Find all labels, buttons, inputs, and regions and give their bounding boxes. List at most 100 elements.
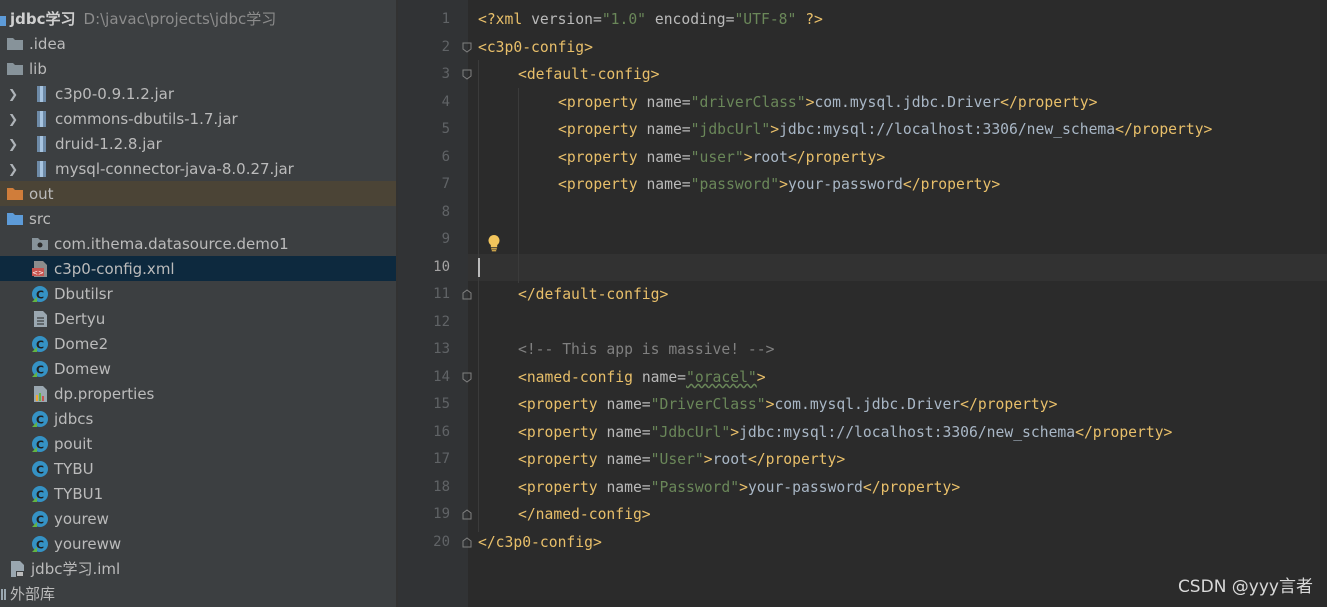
attr-value: "DriverClass" — [650, 396, 766, 413]
jar-icon — [32, 110, 50, 128]
tree-item-label: Dbutilsr — [54, 284, 113, 303]
tree-item-class[interactable]: C TYBU1 — [0, 481, 396, 506]
tree-item-label: pouit — [54, 434, 93, 453]
tree-item-label: jdbc学习.iml — [31, 560, 121, 578]
svg-text:C: C — [36, 488, 44, 501]
jar-icon — [32, 85, 50, 103]
fold-end-icon[interactable] — [462, 537, 472, 548]
tree-item-label: druid-1.2.8.jar — [55, 134, 162, 153]
xml-tag: <property — [558, 176, 638, 193]
line-number: 15 — [433, 396, 450, 412]
attr-value: "JdbcUrl" — [650, 424, 731, 441]
java-class-icon: C — [31, 360, 49, 378]
xml-file-icon: <> — [31, 260, 49, 278]
java-class-icon: C — [31, 410, 49, 428]
line-number: 17 — [433, 451, 450, 467]
excluded-folder-icon — [6, 185, 24, 203]
code-line-13: <!-- This app is massive! --> — [518, 341, 775, 358]
jar-icon — [32, 160, 50, 178]
code-line-16: <property name="JdbcUrl">jdbc:mysql://lo… — [518, 419, 1172, 446]
xml-tag: > — [779, 176, 788, 193]
tree-item-class[interactable]: C pouit — [0, 431, 396, 456]
line-number: 19 — [433, 506, 450, 522]
tree-item-label: out — [29, 184, 54, 203]
fold-icon[interactable] — [462, 69, 472, 80]
tree-item-project-root[interactable]: jdbc学习 D:\javac\projects\jdbc学习 — [0, 6, 396, 31]
project-root-name: jdbc学习 — [10, 10, 76, 28]
xml-tag: </property> — [1075, 424, 1173, 441]
attr-value: "driverClass" — [690, 94, 806, 111]
chevron-right-icon[interactable]: ❯ — [6, 137, 20, 151]
xml-tag: <property — [558, 121, 638, 138]
jar-icon — [32, 135, 50, 153]
line-number: 2 — [441, 39, 450, 55]
tree-item-class[interactable]: C yourew — [0, 506, 396, 531]
line-number: 4 — [441, 94, 450, 110]
tree-item-jar[interactable]: ❯ commons-dbutils-1.7.jar — [0, 106, 396, 131]
java-class-icon: C — [31, 460, 49, 478]
tree-item-external-libraries[interactable]: 外部库 — [0, 581, 396, 606]
svg-text:<>: <> — [32, 269, 44, 277]
code-editor[interactable]: 1 2 3 4 5 6 7 8 9 10 11 12 13 14 15 16 1… — [398, 0, 1327, 607]
tree-item-file[interactable]: dp.properties — [0, 381, 396, 406]
tree-item-label: Domew — [54, 359, 111, 378]
svg-text:C: C — [36, 413, 44, 426]
xml-tag: <property — [518, 424, 598, 441]
chevron-right-icon[interactable]: ❯ — [6, 87, 20, 101]
attr-name: encoding= — [654, 11, 735, 28]
tree-item-jar[interactable]: ❯ mysql-connector-java-8.0.27.jar — [0, 156, 396, 181]
xml-tag: </named-config> — [518, 506, 651, 523]
tree-item-class[interactable]: C youreww — [0, 531, 396, 556]
tree-item-class[interactable]: C jdbcs — [0, 406, 396, 431]
tree-item-jar[interactable]: ❯ c3p0-0.9.1.2.jar — [0, 81, 396, 106]
library-icon — [0, 585, 8, 603]
tree-item-package[interactable]: com.ithema.datasource.demo1 — [0, 231, 396, 256]
code-line-15: <property name="DriverClass">com.mysql.j… — [518, 391, 1057, 418]
svg-text:C: C — [36, 338, 44, 351]
tree-item-src[interactable]: src — [0, 206, 396, 231]
tree-item-lib[interactable]: lib — [0, 56, 396, 81]
xml-tag: </default-config> — [518, 286, 669, 303]
fold-end-icon[interactable] — [462, 289, 472, 300]
tree-item-class[interactable]: C TYBU — [0, 456, 396, 481]
tree-item-file[interactable]: Dertyu — [0, 306, 396, 331]
chevron-right-icon[interactable]: ❯ — [6, 112, 20, 126]
chevron-right-icon[interactable]: ❯ — [6, 162, 20, 176]
text-value: your-password — [747, 479, 863, 496]
line-number: 18 — [433, 479, 450, 495]
tree-item-idea[interactable]: .idea — [0, 31, 396, 56]
fold-icon[interactable] — [462, 372, 472, 383]
line-number-gutter[interactable]: 1 2 3 4 5 6 7 8 9 10 11 12 13 14 15 16 1… — [398, 0, 468, 607]
line-number: 12 — [433, 314, 450, 330]
fold-end-icon[interactable] — [462, 509, 472, 520]
tree-item-label: TYBU — [54, 459, 94, 478]
tree-item-class[interactable]: C Dbutilsr — [0, 281, 396, 306]
code-line-1: <?xml version="1.0" encoding="UTF-8" ?> — [478, 6, 823, 33]
fold-icon[interactable] — [462, 42, 472, 53]
code-line-3: <default-config> — [518, 61, 659, 88]
xml-tag: <property — [518, 396, 598, 413]
svg-text:C: C — [36, 463, 44, 476]
attr-name: name= — [646, 176, 691, 193]
tree-item-c3p0-config-xml[interactable]: <> c3p0-config.xml — [0, 256, 396, 281]
tree-item-jar[interactable]: ❯ druid-1.2.8.jar — [0, 131, 396, 156]
xml-tag: <default-config> — [518, 66, 660, 83]
attr-value: "Password" — [650, 479, 740, 496]
lightbulb-icon[interactable] — [486, 234, 502, 252]
java-class-icon: C — [31, 485, 49, 503]
xml-tag: <property — [558, 94, 638, 111]
tree-item-class[interactable]: C Domew — [0, 356, 396, 381]
tree-item-label: src — [29, 209, 51, 228]
line-number: 1 — [441, 11, 450, 27]
tree-item-label: lib — [29, 59, 47, 78]
code-line-19: </named-config> — [518, 501, 651, 528]
xml-tag: </property> — [1000, 94, 1098, 111]
xml-tag: </c3p0-config> — [478, 534, 602, 551]
tree-item-class[interactable]: C Dome2 — [0, 331, 396, 356]
xml-tag: > — [739, 479, 748, 496]
tree-item-out[interactable]: out — [0, 181, 396, 206]
xml-tag: </property> — [902, 176, 1001, 193]
attr-value: "1.0" — [601, 11, 647, 28]
java-class-icon: C — [31, 510, 49, 528]
tree-item-iml[interactable]: jdbc学习.iml — [0, 556, 396, 581]
